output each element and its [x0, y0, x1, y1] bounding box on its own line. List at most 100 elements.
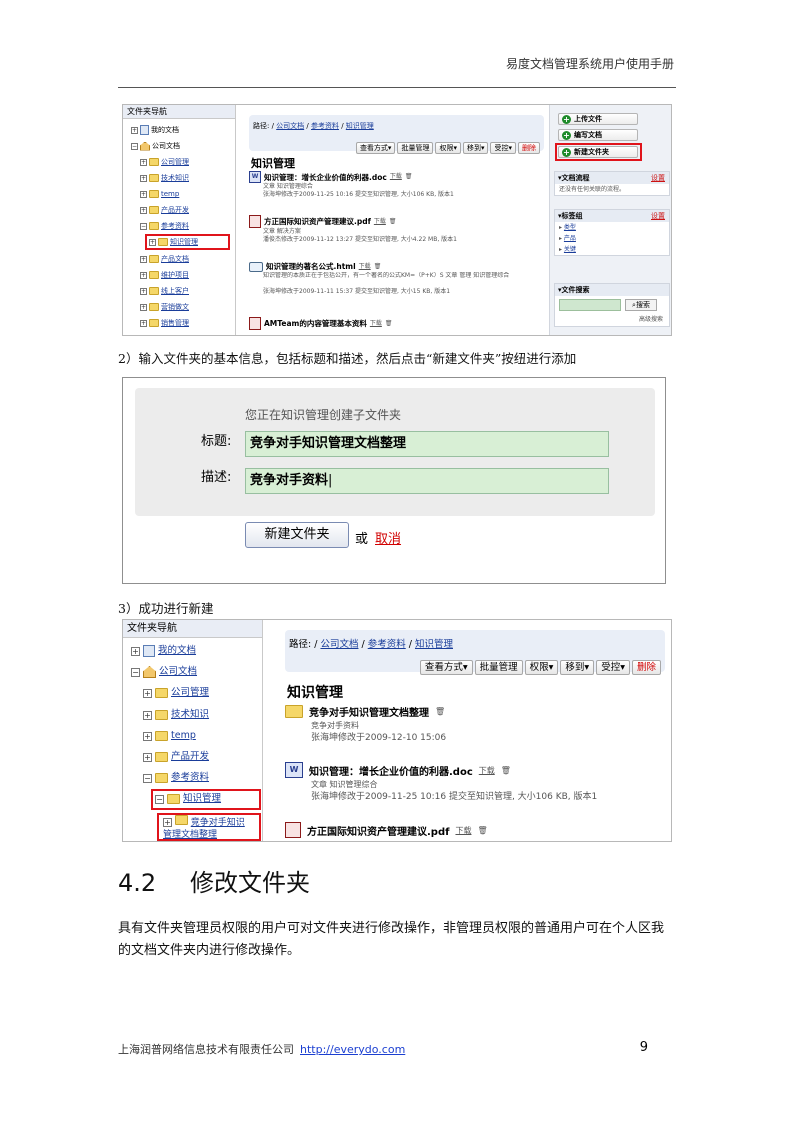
screenshot-folder-view: 文件夹导航 + 我的文档 − 公司文档 + 公司管理 + 技术知识 + temp + 产品开…	[122, 104, 672, 336]
highlight-box	[145, 234, 230, 250]
breadcrumb-link[interactable]: 知识管理	[415, 639, 453, 650]
form-hint: 您正在知识管理创建子文件夹	[245, 408, 402, 422]
download-link[interactable]: 下载	[455, 824, 471, 837]
file-name[interactable]: 方正国际知识资产管理建议.pdf	[307, 823, 449, 838]
expand-icon[interactable]: +	[131, 646, 140, 656]
tree-item-company-docs[interactable]: − 公司文档	[131, 666, 197, 678]
expand-icon[interactable]: +	[140, 174, 147, 182]
tag-row[interactable]: ▸ 产品	[555, 233, 669, 244]
tree-item[interactable]: + 公司管理	[143, 687, 209, 699]
cancel-link[interactable]: 取消	[375, 528, 401, 547]
file-name[interactable]: 知识管理：增长企业价值的利器.doc	[264, 172, 387, 183]
download-link[interactable]: 下载	[479, 764, 495, 777]
tree-item-my-docs[interactable]: + 我的文档	[131, 125, 179, 135]
move-button[interactable]: 移到▾	[560, 660, 595, 675]
collapse-icon[interactable]: −	[143, 773, 152, 783]
trash-icon[interactable]: 🗑	[405, 173, 413, 181]
breadcrumb-link[interactable]: 公司文档	[320, 639, 358, 650]
tree-item[interactable]: + 营销做文	[140, 302, 189, 312]
tree-item[interactable]: + 技术知识	[143, 709, 209, 721]
file-name[interactable]: 方正国际知识资产管理建议.pdf	[264, 216, 371, 227]
tree-item[interactable]: + 产品开发	[140, 205, 189, 215]
tree-item[interactable]: − 参考资料	[140, 221, 189, 231]
trash-icon[interactable]: 🗑	[435, 705, 445, 718]
trash-icon[interactable]: 🗑	[501, 764, 511, 777]
file-name[interactable]: AMTeam的内容管理基本资料	[264, 318, 367, 329]
batch-manage-button[interactable]: 批量管理	[474, 660, 523, 675]
file-tags: 知识管理的本质正在于包括公开，有一个著名的公式KM=（P+K）S 文章 管理 知…	[263, 272, 510, 279]
write-doc-button[interactable]: + 编写文档	[558, 129, 638, 141]
expand-icon[interactable]: +	[143, 752, 152, 762]
upload-file-button[interactable]: + 上传文件	[558, 113, 638, 125]
title-input[interactable]: 竞争对手知识管理文档整理	[245, 431, 609, 457]
tree-item[interactable]: + 线上客户	[140, 286, 189, 296]
tree-item[interactable]: + temp	[140, 189, 179, 199]
tree-item[interactable]: + 公司管理	[140, 157, 189, 167]
expand-icon[interactable]: +	[131, 126, 138, 134]
expand-icon[interactable]: +	[143, 710, 152, 720]
download-link[interactable]: 下载	[359, 263, 371, 271]
tree-item-my-docs[interactable]: + 我的文档	[131, 645, 196, 657]
highlight-box	[151, 789, 261, 810]
nav-title: 文件夹导航	[123, 105, 235, 119]
delete-button[interactable]: 删除	[631, 660, 661, 675]
breadcrumb-link[interactable]: 参考资料	[311, 122, 339, 130]
tree-item[interactable]: + 维护项目	[140, 270, 189, 280]
tree-item[interactable]: − 参考资料	[143, 772, 209, 784]
download-link[interactable]: 下载	[390, 173, 402, 181]
collapse-icon[interactable]: −	[140, 222, 147, 230]
expand-icon[interactable]: +	[140, 190, 147, 198]
expand-icon[interactable]: +	[143, 688, 152, 698]
expand-icon[interactable]: +	[140, 319, 147, 327]
search-input[interactable]	[559, 299, 621, 311]
permission-button[interactable]: 权限▾	[524, 660, 559, 675]
download-link[interactable]: 下载	[374, 218, 386, 226]
trash-icon[interactable]: 🗑	[374, 263, 382, 271]
trash-icon[interactable]: 🗑	[477, 824, 487, 837]
trash-icon[interactable]: 🗑	[389, 218, 397, 226]
tree-item[interactable]: + temp	[143, 730, 196, 742]
breadcrumb-link[interactable]: 知识管理	[346, 122, 374, 130]
expand-icon[interactable]: +	[140, 271, 147, 279]
description-input[interactable]: 竞争对手资料|	[245, 468, 609, 494]
permission-button[interactable]: 权限▾	[435, 142, 461, 154]
file-name[interactable]: 知识管理的著名公式.html	[266, 261, 356, 272]
create-folder-button[interactable]: 新建文件夹	[245, 522, 349, 548]
footer-url[interactable]: http://everydo.com	[300, 1043, 405, 1056]
plus-icon: +	[562, 130, 571, 140]
delete-button[interactable]: 删除	[518, 142, 540, 154]
file-name[interactable]: 知识管理：增长企业价值的利器.doc	[309, 763, 473, 778]
tree-item[interactable]: + 产品开发	[143, 751, 209, 763]
tree-item-company-docs[interactable]: − 公司文档	[131, 141, 180, 151]
folder-name[interactable]: 竞争对手知识管理文档整理	[309, 704, 429, 719]
tree-item[interactable]: + 技术知识	[140, 173, 189, 183]
file-meta: 张海坤修改于2009-11-25 10:16 提交至知识管理, 大小106 KB…	[263, 191, 454, 198]
expand-icon[interactable]: +	[140, 158, 147, 166]
collapse-icon[interactable]: −	[131, 142, 138, 150]
expand-icon[interactable]: +	[140, 287, 147, 295]
search-button[interactable]: ⌕搜索	[625, 299, 657, 311]
control-button[interactable]: 受控▾	[490, 142, 516, 154]
expand-icon[interactable]: +	[143, 731, 152, 741]
view-mode-button[interactable]: 查看方式▾	[419, 660, 473, 675]
expand-icon[interactable]: +	[140, 303, 147, 311]
view-mode-button[interactable]: 查看方式▾	[355, 142, 396, 154]
file-meta: 张海坤修改于2009-11-11 15:37 提交至知识管理, 大小15 KB,…	[263, 288, 451, 295]
control-button[interactable]: 受控▾	[596, 660, 630, 675]
collapse-icon[interactable]: −	[131, 667, 140, 677]
tag-row[interactable]: ▸ 关键	[555, 244, 669, 255]
settings-link[interactable]: 设置	[651, 173, 665, 183]
advanced-search-link[interactable]: 高级搜索	[639, 314, 663, 323]
batch-manage-button[interactable]: 批量管理	[397, 142, 434, 154]
breadcrumb-link[interactable]: 参考资料	[368, 639, 406, 650]
tree-item[interactable]: + 销售管理	[140, 318, 189, 328]
breadcrumb-link[interactable]: 公司文档	[276, 122, 304, 130]
move-button[interactable]: 移到▾	[462, 142, 489, 154]
trash-icon[interactable]: 🗑	[385, 320, 393, 328]
tag-row[interactable]: ▸ 类型	[555, 222, 669, 233]
tree-item[interactable]: + 产品文档	[140, 254, 189, 264]
settings-link[interactable]: 设置	[651, 211, 665, 221]
expand-icon[interactable]: +	[140, 255, 147, 263]
expand-icon[interactable]: +	[140, 206, 147, 214]
download-link[interactable]: 下载	[370, 320, 382, 328]
